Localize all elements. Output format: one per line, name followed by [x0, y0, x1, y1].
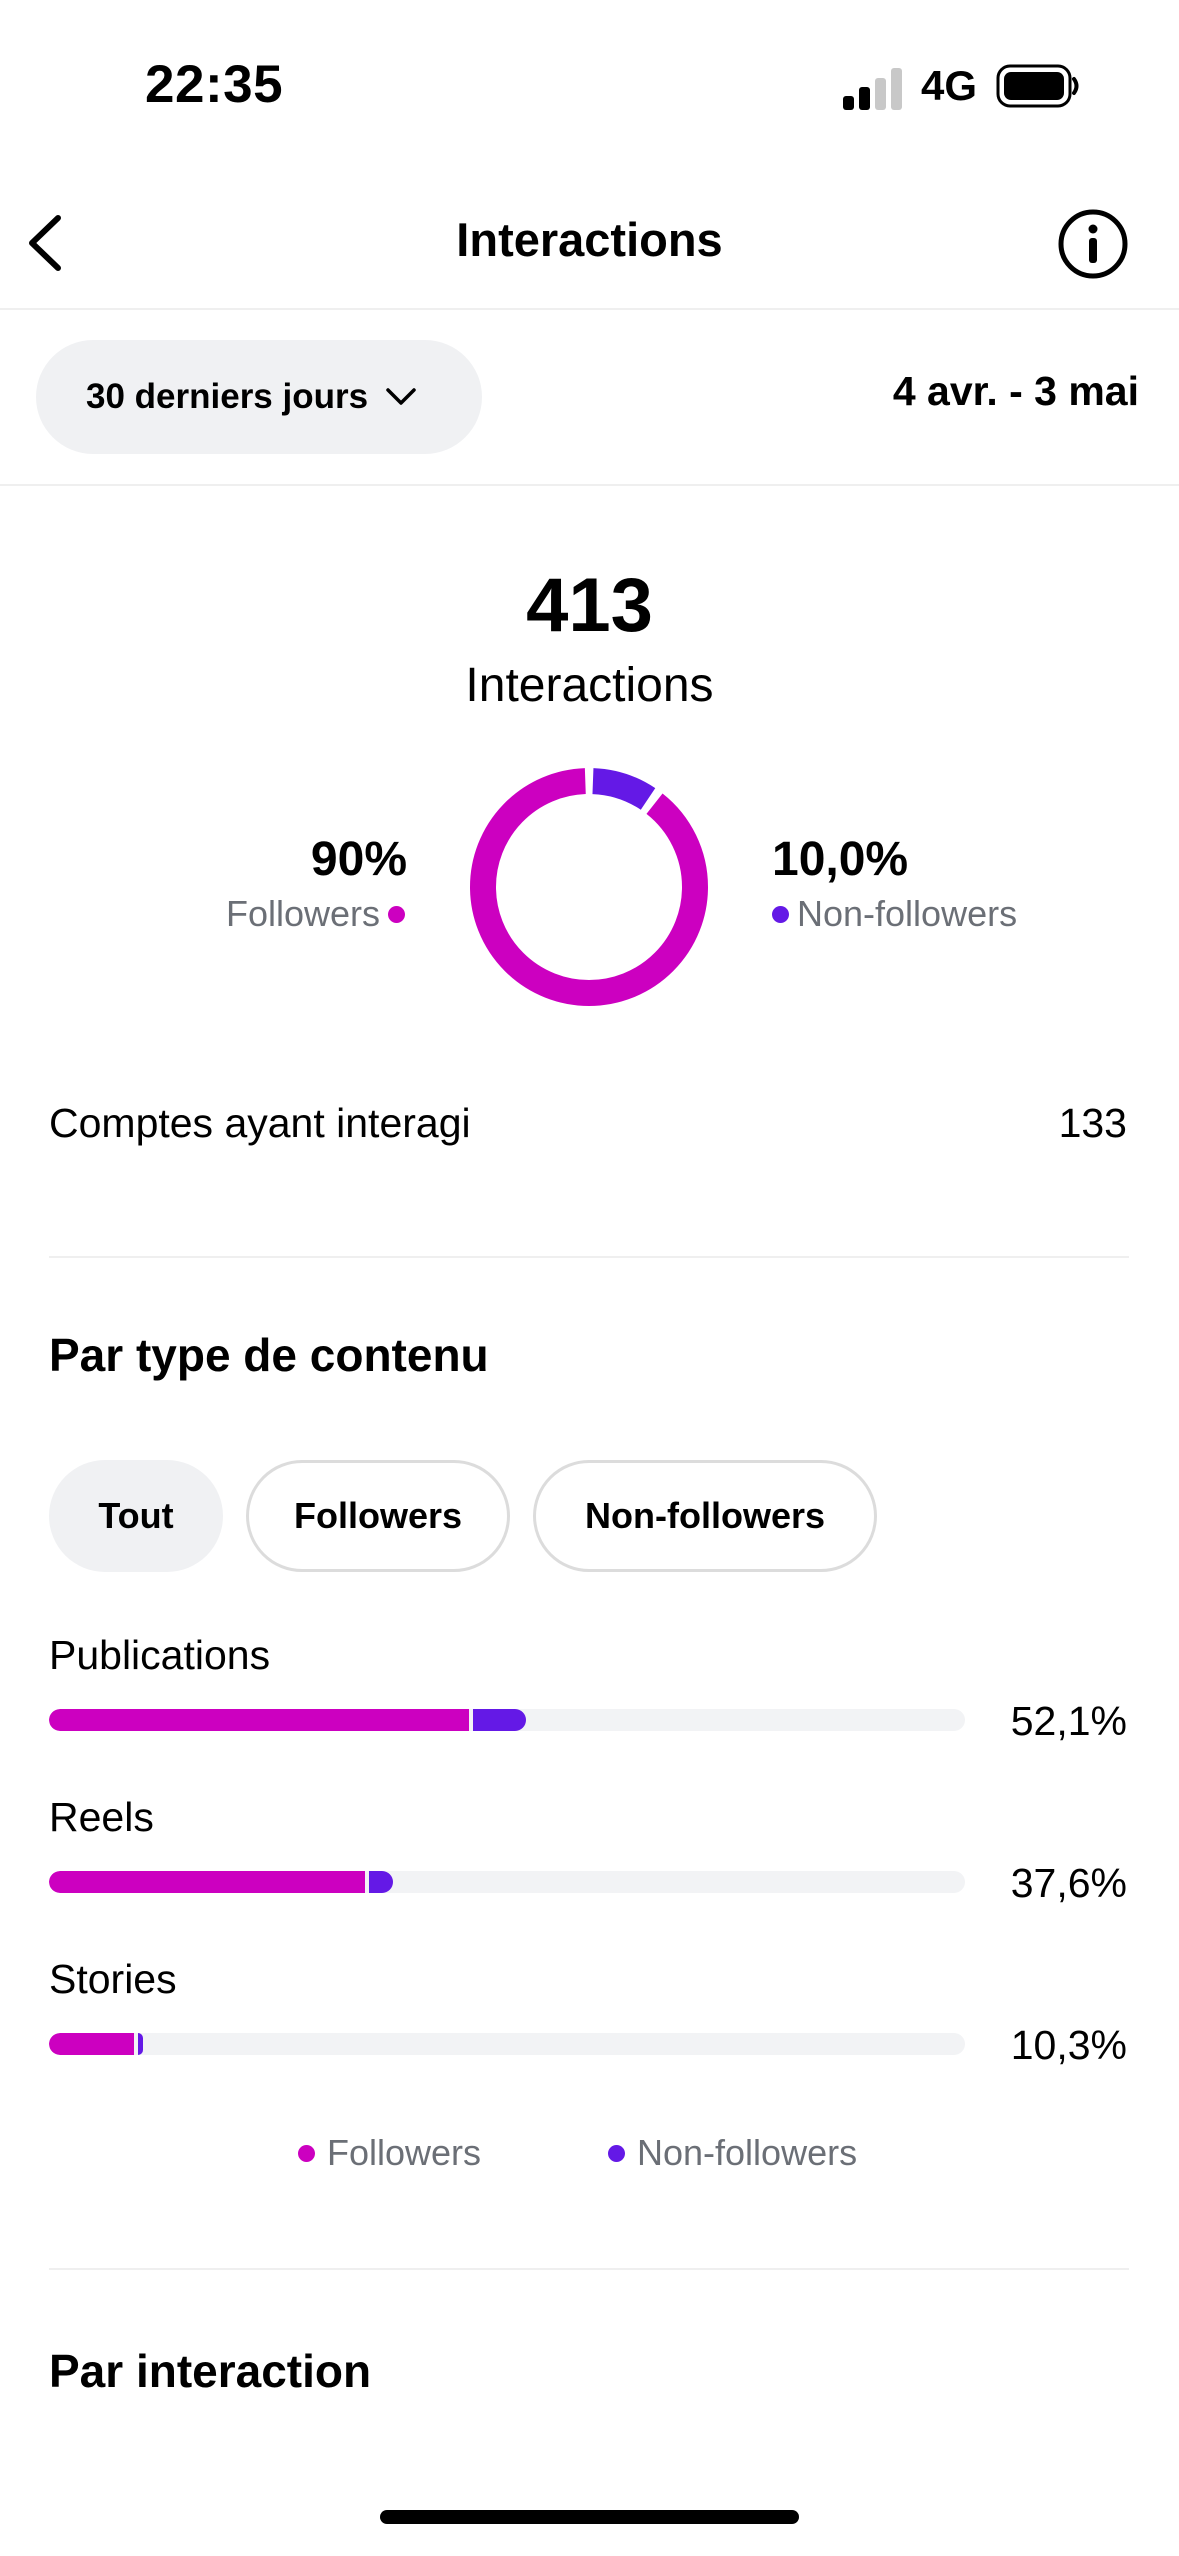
info-icon[interactable]: [1056, 207, 1130, 281]
followers-percentage: 90%: [310, 833, 407, 886]
followers-legend-label: Followers: [225, 893, 380, 934]
content-row-percentage: 10,3%: [1010, 2022, 1127, 2068]
followers-dot-icon: [298, 2144, 315, 2162]
bar-nonfollowers-segment: [138, 2033, 144, 2055]
content-bar: [49, 1709, 965, 1731]
section-title-content-type: Par type de contenu: [49, 1329, 489, 1381]
content-row-percentage: 52,1%: [1010, 1698, 1127, 1744]
followers-dot-icon: [388, 905, 405, 923]
date-range-selector[interactable]: 30 derniers jours: [36, 340, 482, 454]
battery-icon: [996, 64, 1079, 108]
range-divider: [0, 484, 1179, 486]
legend-followers-label: Followers: [327, 2132, 482, 2173]
content-row-percentage: 37,6%: [1010, 1860, 1127, 1906]
section-divider: [49, 1256, 1129, 1258]
legend-followers: Followers: [298, 2132, 481, 2174]
content-row-label: Publications: [49, 1632, 271, 1678]
status-time: 22:35: [145, 55, 284, 114]
followers-legend: Followers: [226, 893, 405, 935]
content-row-label: Reels: [49, 1794, 154, 1840]
accounts-interacted-value: 133: [1058, 1100, 1127, 1146]
legend-nonfollowers: Non-followers: [608, 2132, 857, 2174]
content-bar: [49, 2033, 965, 2055]
interactions-total-label: Interactions: [465, 659, 714, 712]
date-range-text: 4 avr. - 3 mai: [892, 368, 1139, 414]
nonfollowers-legend: Non-followers: [772, 893, 1017, 935]
legend-nonfollowers-label: Non-followers: [637, 2132, 858, 2173]
donut-followers-segment: [470, 768, 708, 1006]
content-row-label: Stories: [49, 1956, 177, 2002]
page-title: Interactions: [456, 213, 723, 266]
interactions-donut-chart: [470, 768, 708, 1006]
bar-nonfollowers-segment: [369, 1871, 394, 1893]
bar-followers-segment: [49, 1709, 469, 1731]
section-divider: [49, 2268, 1129, 2270]
nav-divider: [0, 308, 1179, 310]
network-type: 4G: [921, 62, 978, 109]
chevron-down-icon: [386, 388, 416, 405]
accounts-interacted-label: Comptes ayant interagi: [49, 1100, 471, 1146]
date-range-selector-label: 30 derniers jours: [86, 377, 369, 416]
content-bar: [49, 1871, 965, 1893]
section-title-by-interaction: Par interaction: [49, 2345, 372, 2397]
bar-followers-segment: [49, 1871, 366, 1893]
nonfollowers-dot-icon: [772, 905, 789, 923]
filter-chip-nonfollowers[interactable]: Non-followers: [533, 1460, 877, 1572]
home-indicator[interactable]: [380, 2510, 799, 2524]
signal-icon: [843, 68, 902, 110]
filter-chip-followers[interactable]: Followers: [246, 1460, 510, 1572]
nonfollowers-legend-label: Non-followers: [797, 893, 1018, 934]
nonfollowers-dot-icon: [608, 2144, 625, 2162]
bar-nonfollowers-segment: [472, 1709, 527, 1731]
bar-followers-segment: [49, 2033, 135, 2055]
nonfollowers-percentage: 10,0%: [772, 833, 909, 886]
interactions-total: 413: [526, 563, 653, 648]
filter-chip-all[interactable]: Tout: [49, 1460, 223, 1572]
